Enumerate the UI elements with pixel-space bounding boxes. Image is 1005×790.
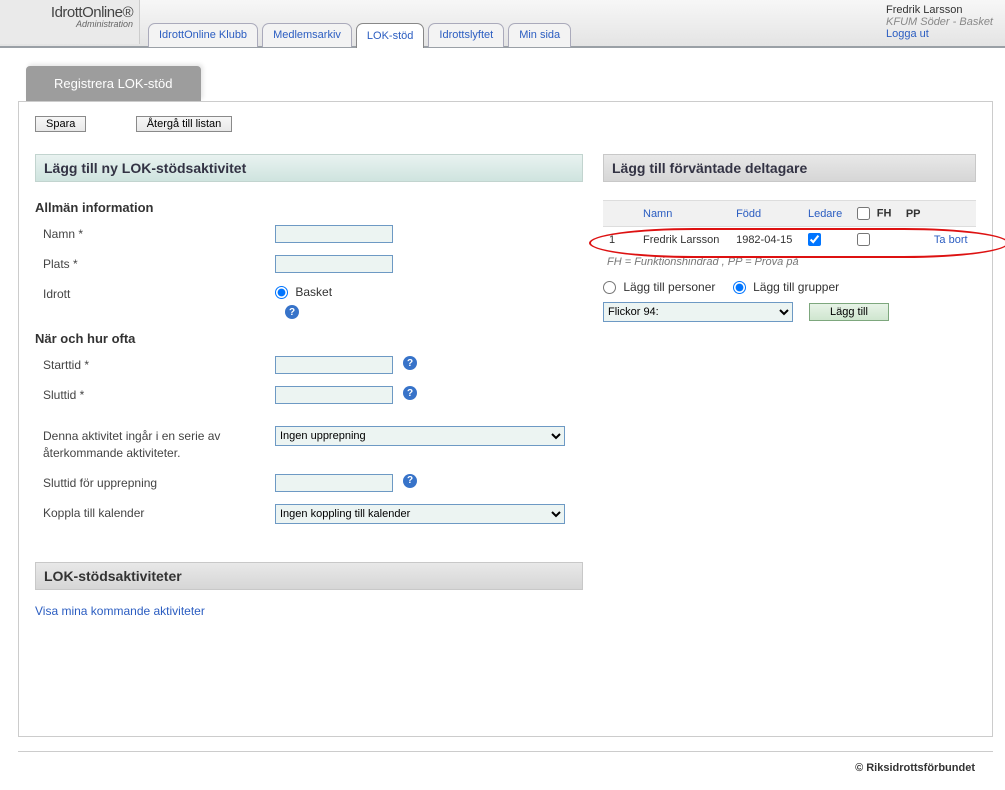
footer: © Riksidrottsförbundet: [18, 751, 993, 790]
logo: IdrottOnline® Administration: [0, 0, 140, 44]
row-fh-checkbox[interactable]: [857, 233, 870, 246]
main-tabs: IdrottOnline Klubb Medlemsarkiv LOK-stöd…: [140, 0, 886, 46]
user-org: KFUM Söder - Basket: [886, 16, 993, 28]
col-born[interactable]: Född: [730, 201, 802, 227]
user-block: Fredrik Larsson KFUM Söder - Basket Logg…: [886, 0, 993, 40]
label-end-repeat: Sluttid för upprepning: [35, 474, 275, 490]
end-repeat-input[interactable]: [275, 474, 393, 492]
calendar-select[interactable]: Ingen koppling till kalender: [275, 504, 565, 524]
table-row: 1 Fredrik Larsson 1982-04-15 Ta bort: [603, 227, 976, 253]
col-name[interactable]: Namn: [637, 201, 730, 227]
participants-table: Namn Född Ledare FH PP: [603, 200, 976, 252]
tab-medlemsarkiv[interactable]: Medlemsarkiv: [262, 23, 352, 47]
right-section-header: Lägg till förväntade deltagare: [603, 154, 976, 182]
radio-groups[interactable]: Lägg till grupper: [733, 280, 839, 294]
tab-min-sida[interactable]: Min sida: [508, 23, 571, 47]
label-place: Plats *: [35, 255, 275, 271]
repeat-select[interactable]: Ingen upprepning: [275, 426, 565, 446]
radio-groups-input[interactable]: [733, 281, 746, 294]
label-end: Sluttid *: [35, 386, 275, 402]
label-calendar: Koppla till kalender: [35, 504, 275, 520]
end-input[interactable]: [275, 386, 393, 404]
user-name: Fredrik Larsson: [886, 4, 993, 16]
place-input[interactable]: [275, 255, 393, 273]
help-icon[interactable]: ?: [403, 386, 417, 400]
name-input[interactable]: [275, 225, 393, 243]
help-icon[interactable]: ?: [285, 305, 299, 319]
sport-radio[interactable]: [275, 286, 288, 299]
col-fh: FH: [851, 201, 900, 227]
page-title: Registrera LOK-stöd: [26, 66, 201, 101]
save-button[interactable]: Spara: [35, 116, 86, 132]
row-leader-checkbox[interactable]: [808, 233, 821, 246]
col-pp: PP: [900, 201, 928, 227]
row-remove-link[interactable]: Ta bort: [934, 234, 968, 246]
subhead-when: När och hur ofta: [35, 331, 583, 346]
row-name: Fredrik Larsson: [637, 227, 730, 253]
radio-persons[interactable]: Lägg till personer: [603, 280, 719, 294]
legend-hint: FH = Funktionshindrad , PP = Prova på: [607, 256, 976, 268]
row-index: 1: [603, 227, 637, 253]
fh-header-checkbox[interactable]: [857, 207, 870, 220]
add-button[interactable]: Lägg till: [809, 303, 889, 321]
row-born: 1982-04-15: [730, 227, 802, 253]
left-section-header: Lägg till ny LOK-stödsaktivitet: [35, 154, 583, 182]
subhead-general: Allmän information: [35, 200, 583, 215]
tab-klubb[interactable]: IdrottOnline Klubb: [148, 23, 258, 47]
group-dropdown[interactable]: Flickor 94:: [603, 302, 793, 322]
radio-persons-input[interactable]: [603, 281, 616, 294]
tab-lok-stod[interactable]: LOK-stöd: [356, 23, 424, 48]
sport-option-basket[interactable]: Basket: [275, 285, 332, 299]
logout-link[interactable]: Logga ut: [886, 28, 993, 40]
start-input[interactable]: [275, 356, 393, 374]
label-sport: Idrott: [35, 285, 275, 301]
label-repeat: Denna aktivitet ingår i en serie av åter…: [35, 426, 275, 462]
show-activities-link[interactable]: Visa mina kommande aktiviteter: [35, 604, 205, 618]
subsection-lok: LOK-stödsaktiviteter: [35, 562, 583, 590]
help-icon[interactable]: ?: [403, 356, 417, 370]
back-button[interactable]: Återgå till listan: [136, 116, 233, 132]
tab-idrottslyftet[interactable]: Idrottslyftet: [428, 23, 504, 47]
col-leader[interactable]: Ledare: [802, 201, 851, 227]
label-start: Starttid *: [35, 356, 275, 372]
help-icon[interactable]: ?: [403, 474, 417, 488]
label-name: Namn *: [35, 225, 275, 241]
